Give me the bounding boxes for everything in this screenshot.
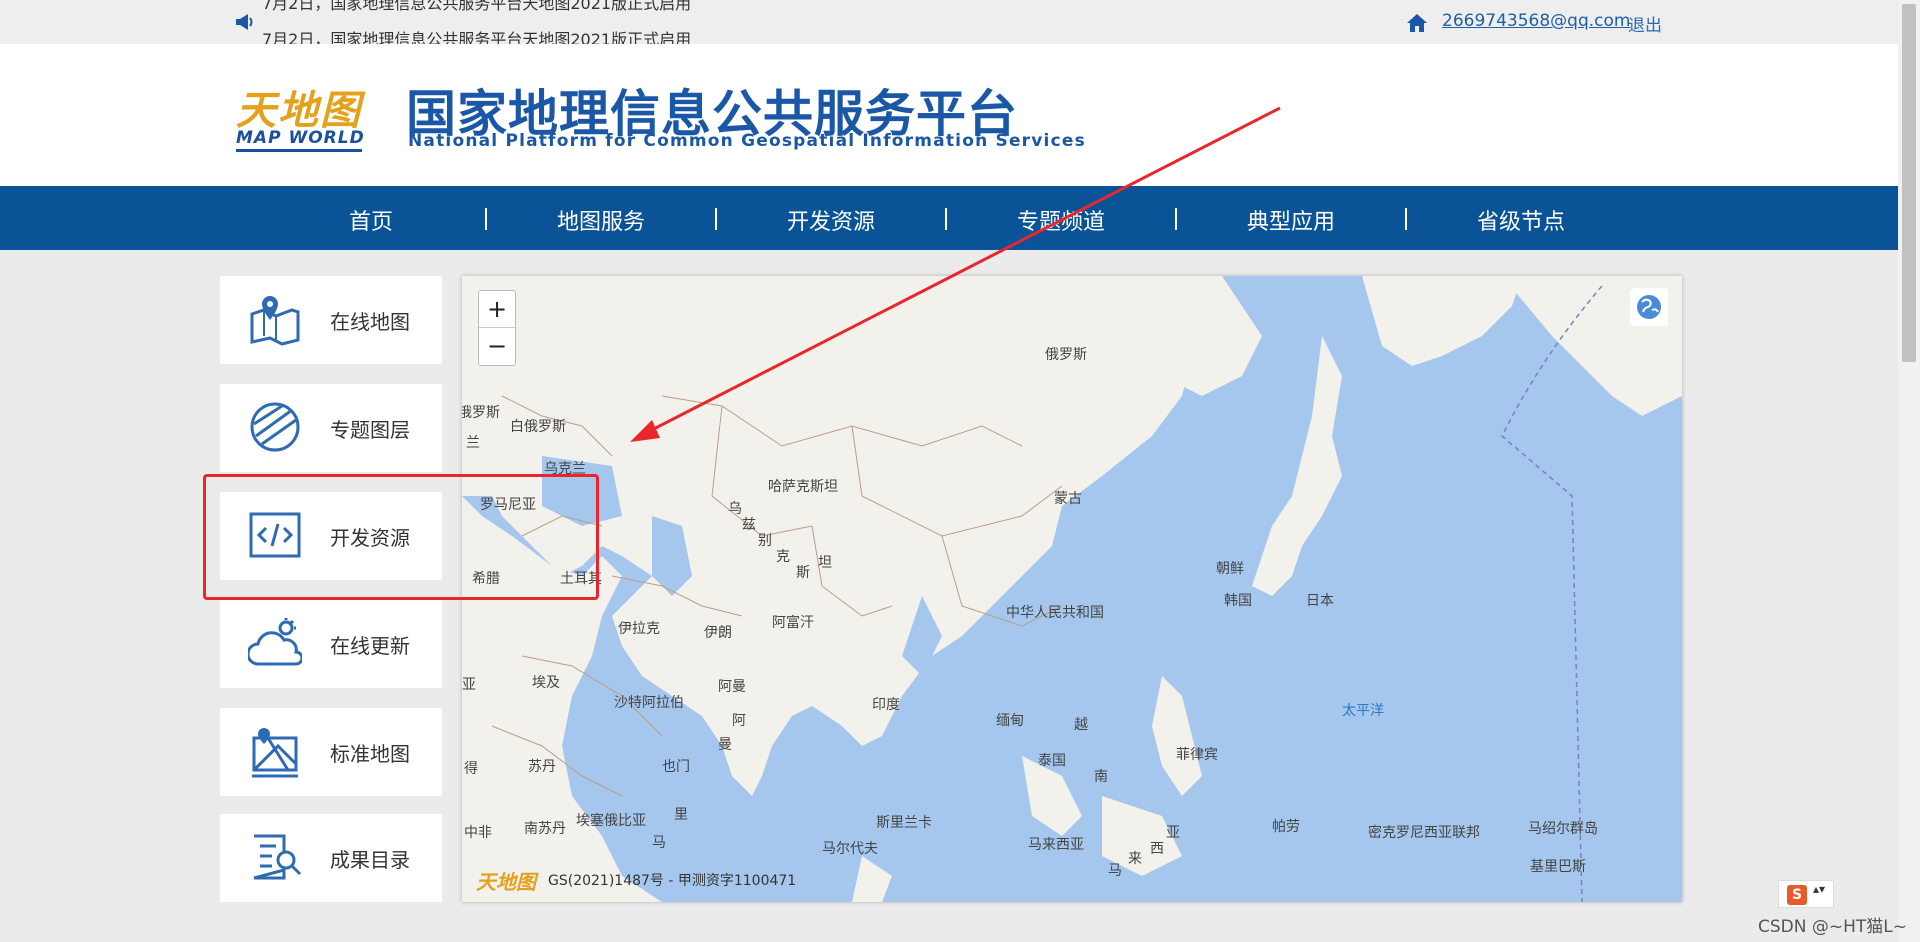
map-place-label: 密克罗尼西亚联邦 <box>1368 825 1480 841</box>
map-place-label: 南苏丹 <box>524 821 566 837</box>
map-place-label: 坦 <box>818 555 832 571</box>
layer-switch-button[interactable] <box>1630 288 1668 326</box>
map-place-label: 蒙古 <box>1054 491 1082 507</box>
home-icon[interactable] <box>1406 12 1428 34</box>
map-place-label: 阿 <box>732 713 746 729</box>
map-place-label: 苏丹 <box>528 759 556 775</box>
map-place-label: 俄罗斯 <box>1045 347 1087 363</box>
zoom-in-button[interactable]: + <box>479 291 515 328</box>
map-place-label: 俄罗斯 <box>462 405 500 421</box>
page-scrollbar[interactable] <box>1898 0 1920 942</box>
map-place-label: 埃塞俄比亚 <box>576 813 646 829</box>
sidebar-item-results-catalog[interactable]: 成果目录 <box>220 814 442 902</box>
nav-item-dev-resources[interactable]: 开发资源 <box>716 204 946 236</box>
map-place-label: 伊朗 <box>704 625 732 641</box>
logout-link[interactable]: 退出 <box>1628 11 1662 36</box>
map-place-label: 沙特阿拉伯 <box>614 695 684 711</box>
sidebar-item-label: 标准地图 <box>330 742 410 766</box>
sidebar-item-thematic-layers[interactable]: 专题图层 <box>220 384 442 472</box>
cloud-update-icon <box>248 618 302 666</box>
user-email-link[interactable]: 2669743568@qq.com <box>1442 11 1630 31</box>
map-place-label: 马来西亚 <box>1028 837 1084 853</box>
scrollbar-thumb[interactable] <box>1902 4 1916 362</box>
map-place-label: 伊拉克 <box>618 621 660 637</box>
map-land <box>462 276 1682 902</box>
nav-item-map-service[interactable]: 地图服务 <box>486 204 716 236</box>
zoom-out-button[interactable]: − <box>479 328 515 365</box>
map-copyright: GS(2021)1487号 - 甲测资字1100471 <box>548 873 797 889</box>
map-place-label: 南 <box>1094 769 1108 785</box>
sidebar-item-label: 在线更新 <box>330 634 410 658</box>
map-place-label: 兰 <box>466 435 480 451</box>
nav-item-typical-apps[interactable]: 典型应用 <box>1176 204 1406 236</box>
site-header: 天地图 MAP WORLD 国家地理信息公共服务平台 National Plat… <box>0 44 1898 186</box>
map-place-label: 太平洋 <box>1342 703 1384 719</box>
map-place-label: 缅甸 <box>996 713 1024 729</box>
layer-chart-icon <box>250 402 300 452</box>
announcement-prev-text[interactable]: 7月2日，国家地理信息公共服务平台天地图2021版正式启用 <box>262 0 691 14</box>
nav-item-home[interactable]: 首页 <box>256 204 486 236</box>
map-place-label: 阿富汗 <box>772 615 814 631</box>
map-place-label: 中非 <box>464 825 492 841</box>
map-place-label: 韩国 <box>1224 593 1252 609</box>
announcement-bar: 7月2日，国家地理信息公共服务平台天地图2021版正式启用 7月2日，国家地理信… <box>0 0 1898 49</box>
map-place-label: 哈萨克斯坦 <box>768 479 838 495</box>
map-place-label: 斯 <box>796 565 810 581</box>
map-place-label: 乌 <box>728 501 742 517</box>
sidebar-item-online-map[interactable]: 在线地图 <box>220 276 442 364</box>
caret-icon: ▴▾ <box>1813 882 1826 896</box>
map-place-label: 马 <box>652 835 666 851</box>
nav-item-provincial-nodes[interactable]: 省级节点 <box>1406 204 1636 236</box>
map-place-label: 中华人民共和国 <box>1006 605 1104 621</box>
map-place-label: 日本 <box>1306 593 1334 609</box>
map-place-label: 基里巴斯 <box>1530 859 1586 875</box>
map-place-label: 越 <box>1074 717 1088 733</box>
map-place-label: 斯里兰卡 <box>876 815 932 831</box>
map-place-label: 帕劳 <box>1272 819 1300 835</box>
map-place-label: 也门 <box>662 759 690 775</box>
sidebar-item-label: 成果目录 <box>330 848 410 872</box>
catalog-search-icon <box>253 834 302 880</box>
map-place-label: 克 <box>776 549 790 565</box>
map-place-label: 别 <box>758 533 772 549</box>
map-place-label: 白俄罗斯 <box>510 419 566 435</box>
map-place-label: 马绍尔群岛 <box>1528 821 1598 837</box>
map-place-label: 兹 <box>742 517 756 533</box>
map-place-label: 亚 <box>1166 825 1180 841</box>
sidebar-item-standard-map[interactable]: 标准地图 <box>220 708 442 796</box>
map-place-label: 菲律宾 <box>1176 747 1218 763</box>
map-place-label: 印度 <box>872 697 900 713</box>
sidebar-item-online-update[interactable]: 在线更新 <box>220 600 442 688</box>
copyright-logo: 天地图 <box>476 870 536 894</box>
map-place-label: 亚 <box>462 677 476 693</box>
map-place-label: 马尔代夫 <box>822 841 878 857</box>
map-place-label: 里 <box>674 807 688 823</box>
map-place-label: 马 <box>1108 863 1122 879</box>
logo-underline <box>236 149 362 152</box>
map-place-label: 泰国 <box>1038 753 1066 769</box>
map-place-label: 得 <box>464 761 478 777</box>
sogou-badge-icon: S <box>1787 885 1807 905</box>
map-place-label: 朝鲜 <box>1216 561 1244 577</box>
map-place-label: 来 <box>1128 851 1142 867</box>
standard-map-icon <box>252 728 298 778</box>
nav-item-special-channel[interactable]: 专题频道 <box>946 204 1176 236</box>
map-place-label: 阿曼 <box>718 679 746 695</box>
map-place-label: 西 <box>1150 841 1164 857</box>
map-view[interactable]: + − 俄罗斯 俄罗斯 白俄罗斯兰乌克兰 哈萨克斯坦 蒙古 罗马尼亚乌兹别克斯坦朝鲜 希腊土… <box>462 276 1682 902</box>
csdn-watermark: CSDN @~HT猫L~ <box>1758 917 1907 937</box>
map-pin-icon <box>250 296 300 346</box>
map-place-label: 曼 <box>718 737 732 753</box>
sidebar-item-label: 专题图层 <box>330 418 410 442</box>
main-nav: 首页 地图服务 开发资源 专题频道 典型应用 省级节点 <box>0 186 1898 250</box>
sidebar-item-label: 在线地图 <box>330 310 410 334</box>
highlight-box <box>203 474 599 600</box>
megaphone-icon <box>236 14 253 30</box>
zoom-control: + − <box>478 290 516 366</box>
site-subtitle: National Platform for Common Geospatial … <box>408 131 1086 151</box>
map-place-label: 埃及 <box>532 675 560 691</box>
ime-widget[interactable]: S ▴▾ <box>1778 880 1834 908</box>
logo-english[interactable]: MAP WORLD <box>236 128 365 148</box>
globe-icon <box>1637 295 1661 319</box>
